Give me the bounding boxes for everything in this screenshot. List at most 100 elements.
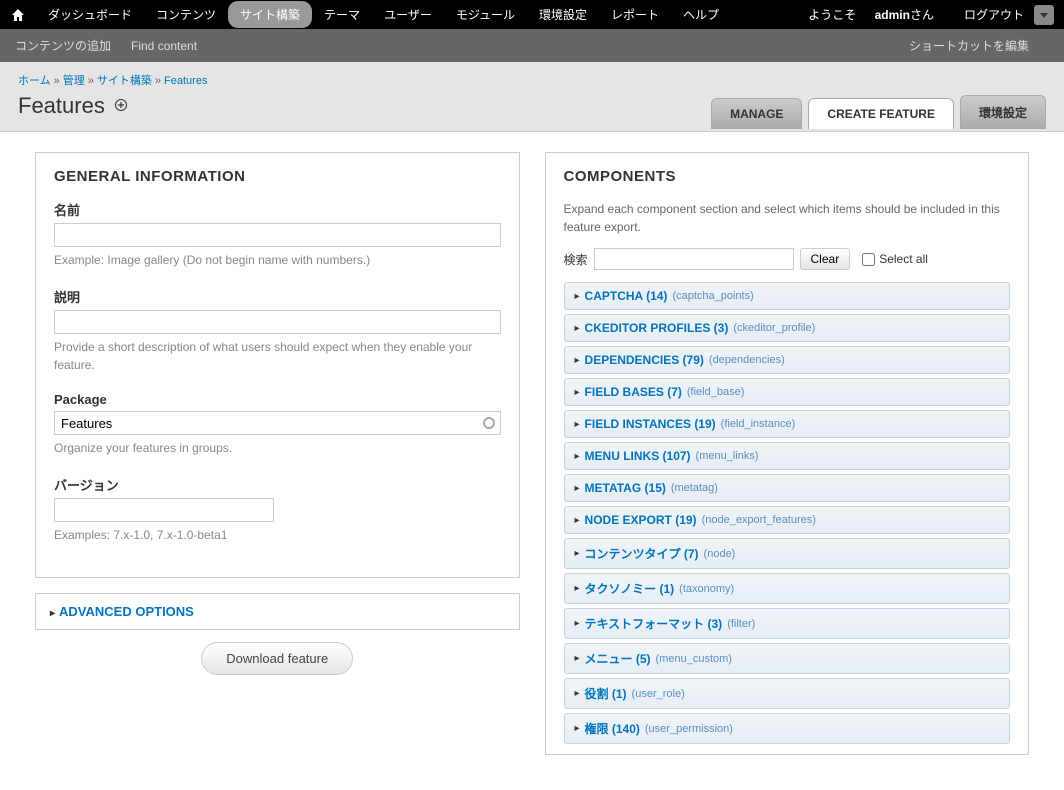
topbar-menu-item[interactable]: テーマ [312,1,372,28]
tab-create-feature[interactable]: CREATE FEATURE [808,98,954,129]
topbar-menu-item[interactable]: ユーザー [372,1,444,28]
components-search-input[interactable] [594,248,794,270]
component-machine-name: (dependencies) [709,354,785,366]
home-icon[interactable] [10,7,26,23]
component-item[interactable]: CAPTCHA (14) (captcha_points) [564,282,1011,310]
description-field-wrapper: 説明 Provide a short description of what u… [54,287,501,374]
dropdown-toggle[interactable] [1034,5,1054,25]
package-input[interactable] [54,411,501,435]
component-item[interactable]: 役割 (1) (user_role) [564,678,1011,709]
component-name: DEPENDENCIES (79) [585,353,704,367]
component-item[interactable]: コンテンツタイプ (7)(node) [564,538,1011,569]
component-name: CAPTCHA (14) [585,289,668,303]
breadcrumb-separator: » [88,75,94,87]
version-label: バージョン [54,475,501,494]
select-all-label: Select all [879,252,928,266]
logout-link[interactable]: ログアウト [964,6,1024,23]
advanced-options-header[interactable]: ADVANCED OPTIONS [50,604,505,619]
component-item[interactable]: DEPENDENCIES (79) (dependencies) [564,346,1011,374]
component-name: テキストフォーマット (3) [585,615,723,632]
tab-manage[interactable]: MANAGE [711,98,802,129]
plus-icon[interactable] [115,98,127,114]
topbar-menu-item[interactable]: モジュール [444,1,527,28]
breadcrumb-link[interactable]: 管理 [63,75,85,87]
general-info-heading: GENERAL INFORMATION [54,168,501,185]
breadcrumb-separator: » [155,75,161,87]
package-description: Organize your features in groups. [54,439,501,457]
topbar-menu: ダッシュボードコンテンツサイト構築テーマユーザーモジュール環境設定レポートヘルプ [36,1,808,28]
topbar-menu-item[interactable]: ヘルプ [671,1,731,28]
breadcrumb-link[interactable]: サイト構築 [97,75,152,87]
search-label: 検索 [564,251,588,268]
general-info-fieldset: GENERAL INFORMATION 名前 Example: Image ga… [35,152,520,578]
breadcrumb-area: ホーム»管理»サイト構築»Features Features MANAGE CR… [0,62,1064,132]
download-feature-button[interactable]: Download feature [201,642,353,675]
component-item[interactable]: メニュー (5)(menu_custom) [564,643,1011,674]
description-label: 説明 [54,287,501,306]
component-machine-name: (menu_custom) [656,653,732,665]
component-machine-name: (ckeditor_profile) [733,322,815,334]
description-input[interactable] [54,310,501,334]
components-list: CAPTCHA (14) (captcha_points) CKEDITOR PRO… [564,282,1011,744]
topbar-menu-item[interactable]: コンテンツ [144,1,228,28]
component-name: METATAG (15) [585,481,666,495]
topbar-menu-item[interactable]: 環境設定 [527,1,599,28]
component-item[interactable]: NODE EXPORT (19)(node_export_features) [564,506,1011,534]
admin-topbar: ダッシュボードコンテンツサイト構築テーマユーザーモジュール環境設定レポートヘルプ… [0,0,1064,29]
select-all-checkbox[interactable] [862,253,875,266]
component-machine-name: (captcha_points) [672,290,753,302]
component-item[interactable]: CKEDITOR PROFILES (3) (ckeditor_profile) [564,314,1011,342]
topbar-menu-item[interactable]: サイト構築 [228,1,312,28]
component-name: FIELD BASES (7) [585,385,682,399]
component-machine-name: (taxonomy) [679,583,734,595]
left-column: GENERAL INFORMATION 名前 Example: Image ga… [35,152,520,770]
tab-settings[interactable]: 環境設定 [960,95,1046,129]
version-input[interactable] [54,498,274,522]
component-item[interactable]: FIELD INSTANCES (19)(field_instance) [564,410,1011,438]
topbar-menu-item[interactable]: レポート [599,1,671,28]
topbar-menu-item[interactable]: ダッシュボード [36,1,144,28]
component-name: MENU LINKS (107) [585,449,691,463]
breadcrumb-link[interactable]: Features [164,75,207,87]
find-content-link[interactable]: Find content [131,39,197,53]
component-item[interactable]: タクソノミー (1)(taxonomy) [564,573,1011,604]
components-description: Expand each component section and select… [564,200,1011,236]
advanced-options-fieldset[interactable]: ADVANCED OPTIONS [35,593,520,630]
select-all-wrapper[interactable]: Select all [862,252,928,266]
name-description: Example: Image gallery (Do not begin nam… [54,251,501,269]
component-machine-name: (menu_links) [696,450,759,462]
edit-shortcuts-link[interactable]: ショートカットを編集 [909,37,1029,54]
clear-button[interactable]: Clear [800,248,851,270]
component-machine-name: (metatag) [671,482,718,494]
components-heading: COMPONENTS [564,168,1011,185]
component-name: CKEDITOR PROFILES (3) [585,321,729,335]
breadcrumb-link[interactable]: ホーム [18,75,51,87]
version-field-wrapper: バージョン Examples: 7.x-1.0, 7.x-1.0-beta1 [54,475,501,544]
component-machine-name: (field_base) [687,386,744,398]
component-item[interactable]: 権限 (140)(user_permission) [564,713,1011,744]
component-machine-name: (user_role) [632,688,685,700]
name-field-wrapper: 名前 Example: Image gallery (Do not begin … [54,200,501,269]
component-name: コンテンツタイプ (7) [585,545,699,562]
autocomplete-icon [483,417,495,429]
name-input[interactable] [54,223,501,247]
add-content-link[interactable]: コンテンツの追加 [15,37,111,54]
component-machine-name: (user_permission) [645,723,733,735]
welcome-text: ようこそ adminさん [808,6,949,23]
package-label: Package [54,392,501,407]
component-item[interactable]: METATAG (15) (metatag) [564,474,1011,502]
component-name: 役割 (1) [585,685,627,702]
component-machine-name: (filter) [727,618,755,630]
breadcrumb-separator: » [54,75,60,87]
topbar-right: ようこそ adminさん ログアウト [808,5,1054,25]
right-column: COMPONENTS Expand each component section… [545,152,1030,770]
component-item[interactable]: テキストフォーマット (3) (filter) [564,608,1011,639]
component-item[interactable]: FIELD BASES (7) (field_base) [564,378,1011,406]
component-item[interactable]: MENU LINKS (107) (menu_links) [564,442,1011,470]
breadcrumb: ホーム»管理»サイト構築»Features [18,72,1046,88]
shortcut-bar: コンテンツの追加 Find content ショートカットを編集 [0,29,1064,62]
component-machine-name: (field_instance) [721,418,796,430]
components-fieldset: COMPONENTS Expand each component section… [545,152,1030,755]
page-tabs: MANAGE CREATE FEATURE 環境設定 [711,95,1046,129]
component-machine-name: (node_export_features) [702,514,816,526]
